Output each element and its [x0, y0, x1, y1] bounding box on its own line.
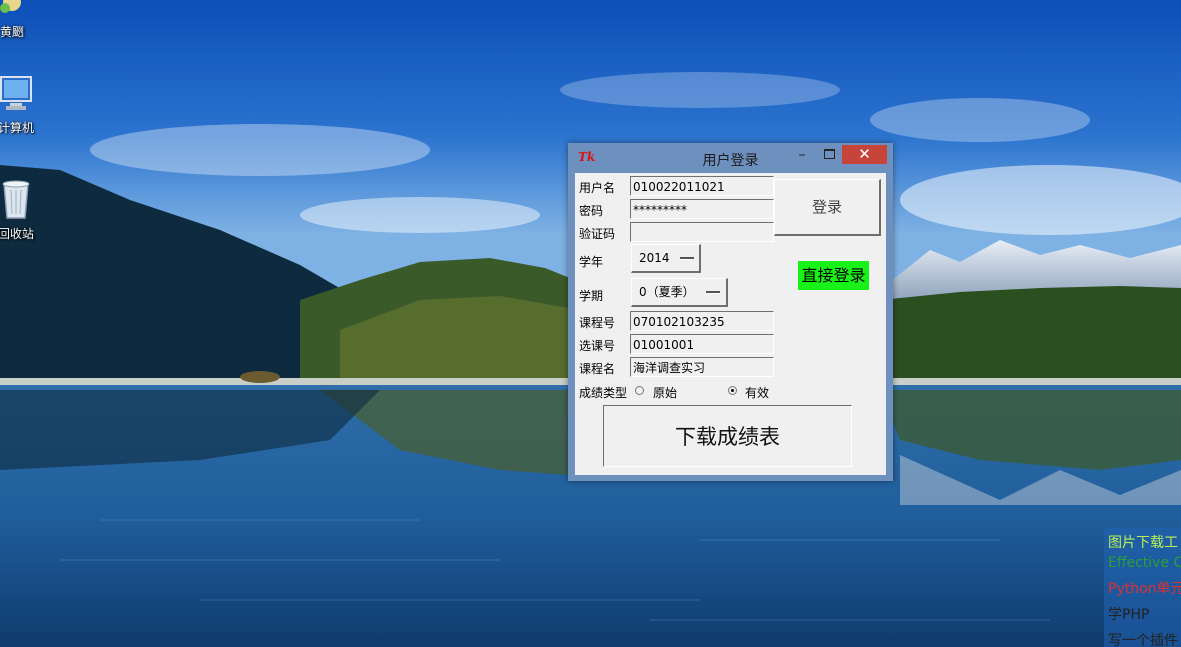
minimize-icon: – [798, 147, 806, 163]
login-window: Tk 用户登录 – ✕ 用户名 010022011021 密码 ********… [568, 143, 893, 481]
term-label: 学期 [579, 289, 604, 303]
maximize-icon [824, 149, 835, 159]
close-icon: ✕ [858, 145, 871, 163]
term-select-value: 0（夏季） [639, 285, 695, 299]
login-button[interactable]: 登录 [774, 179, 881, 236]
captcha-label: 验证码 [579, 227, 616, 241]
score-type-option-label: 原始 [653, 386, 678, 400]
term-select[interactable]: 0（夏季） [631, 278, 728, 307]
window-titlebar[interactable]: Tk 用户登录 – ✕ [568, 143, 893, 171]
score-type-radio-valid[interactable] [728, 386, 737, 395]
option-indicator-icon [680, 257, 694, 260]
desktop-icon-label: 计算机 [0, 121, 34, 135]
desktop-icon-computer[interactable]: 计算机 [0, 74, 46, 136]
side-link-0[interactable]: 图片下载工 [1108, 532, 1178, 552]
side-link-1[interactable]: Effective C [1108, 555, 1181, 571]
desktop-icon-label: 黄颲 [0, 25, 24, 39]
course-name-input[interactable]: 海洋调查实习 [630, 357, 774, 377]
computer-icon [0, 76, 32, 110]
recycle-bin-icon [2, 180, 30, 219]
course-number-input[interactable]: 070102103235 [630, 311, 774, 331]
username-input[interactable]: 010022011021 [630, 176, 774, 196]
captcha-input[interactable] [630, 222, 774, 242]
close-button[interactable]: ✕ [842, 145, 887, 164]
window-client-area: 用户名 010022011021 密码 ********* 验证码 登录 学年 … [575, 173, 886, 475]
selection-number-input[interactable]: 01001001 [630, 334, 774, 354]
desktop-icon-user[interactable]: 黄颲 [0, 0, 42, 40]
course-name-label: 课程名 [579, 362, 616, 376]
download-score-button[interactable]: 下载成绩表 [603, 405, 852, 467]
score-type-label: 成绩类型 [579, 386, 628, 400]
maximize-button[interactable] [818, 144, 842, 166]
password-label: 密码 [579, 204, 604, 218]
year-select-value: 2014 [639, 251, 670, 265]
desktop-icon-label: 回收站 [0, 227, 34, 241]
user-folder-icon [0, 0, 21, 13]
score-type-option-label: 有效 [745, 386, 770, 400]
selection-number-label: 选课号 [579, 339, 616, 353]
side-link-3[interactable]: 学PHP [1108, 604, 1149, 624]
course-number-label: 课程号 [579, 316, 616, 330]
minimize-button[interactable]: – [790, 144, 814, 166]
desktop-icon-recycle-bin[interactable]: 回收站 [0, 176, 46, 242]
direct-login-button[interactable]: 直接登录 [798, 261, 869, 290]
password-input[interactable]: ********* [630, 199, 774, 219]
year-label: 学年 [579, 255, 604, 269]
side-link-4[interactable]: 写一个插件 [1108, 630, 1178, 647]
username-label: 用户名 [579, 181, 616, 195]
side-link-2[interactable]: Python单元 [1108, 578, 1181, 598]
year-select[interactable]: 2014 [631, 244, 701, 273]
score-type-radio-original[interactable] [635, 386, 644, 395]
blog-side-panel: 图片下载工 Effective C Python单元 学PHP 写一个插件 [1104, 528, 1181, 647]
option-indicator-icon [706, 291, 720, 294]
